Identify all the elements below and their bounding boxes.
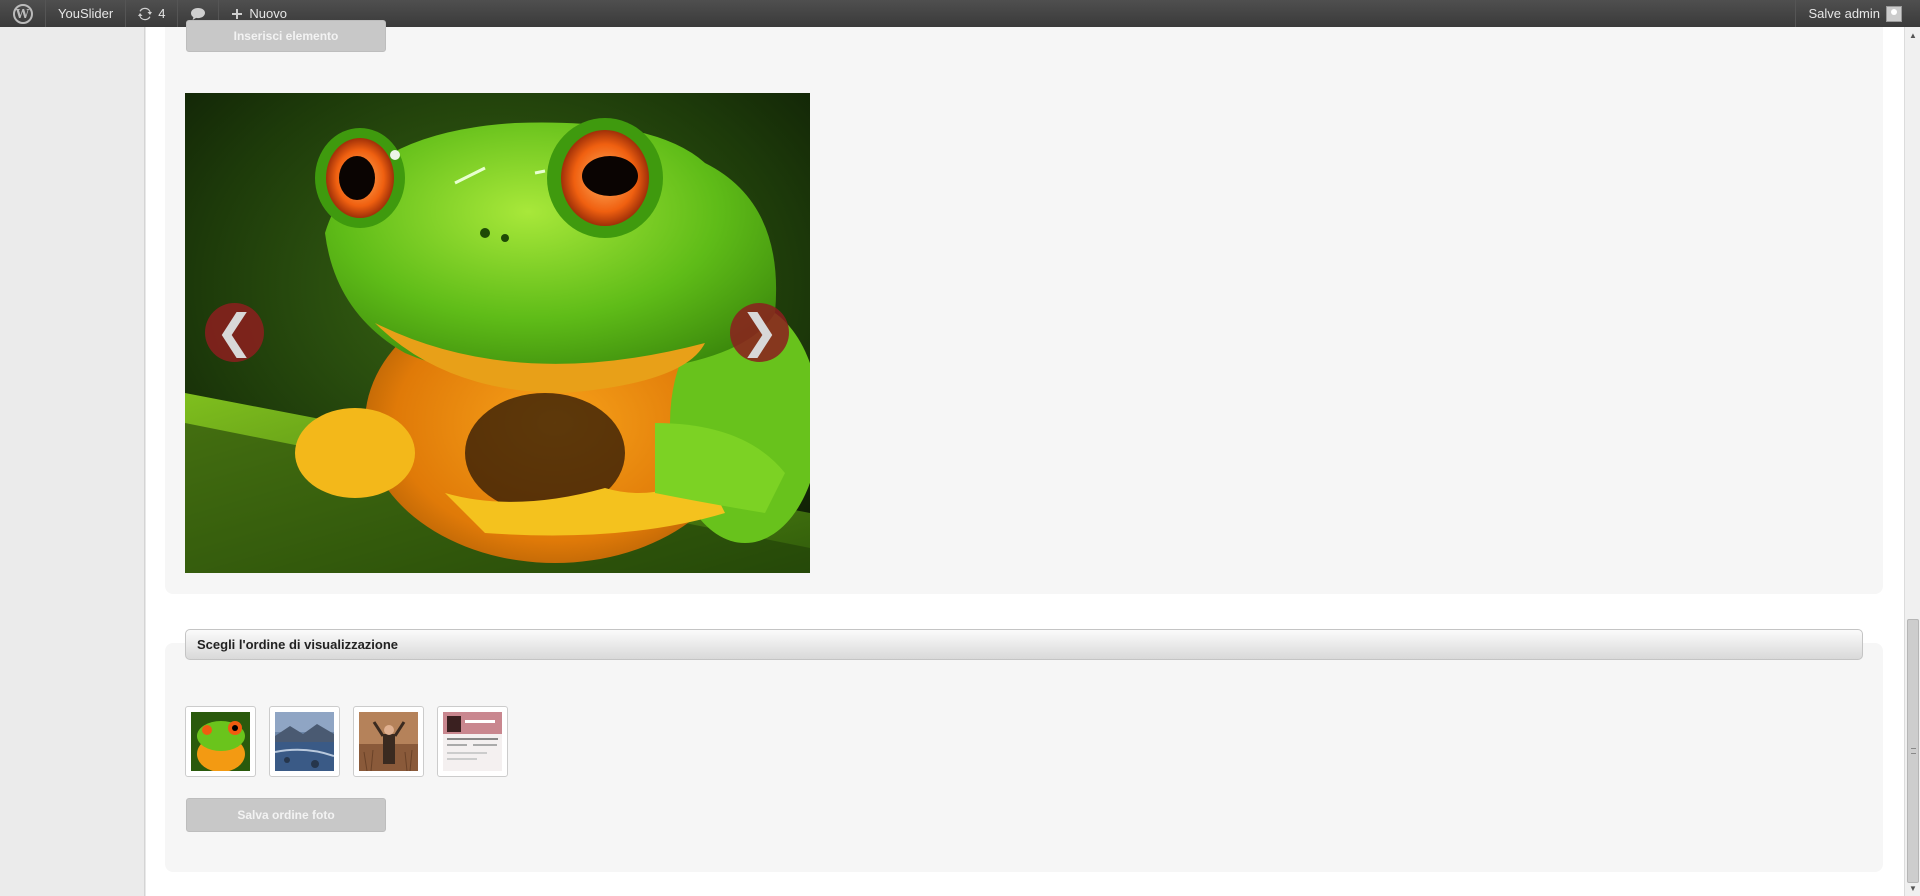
greeting-label: Salve admin [1808,6,1880,21]
order-section-title: Scegli l'ordine di visualizzazione [197,637,399,652]
wordpress-logo-button[interactable]: W [0,0,46,27]
slider-image [185,93,810,573]
refresh-icon [138,7,153,21]
slider-prev-button[interactable]: ❮ [205,303,264,362]
site-name-label: YouSlider [58,6,114,21]
thumbnail-item[interactable] [353,706,424,777]
insert-element-button[interactable]: Inserisci elemento [186,20,386,52]
admin-sidebar [0,27,145,896]
page-scrollbar[interactable]: ▲ ▼ [1904,27,1920,896]
thumbnail-item[interactable] [437,706,508,777]
order-section-header: Scegli l'ordine di visualizzazione [185,629,1863,660]
updates-link[interactable]: 4 [126,0,179,27]
scroll-up-icon[interactable]: ▲ [1905,27,1920,43]
new-label: Nuovo [249,6,287,21]
frog-image [185,93,810,573]
thumbnail-website-image [443,712,502,771]
scrollbar-thumb[interactable] [1907,619,1919,883]
comment-bubble-icon [190,7,206,21]
grip-icon [1911,748,1916,754]
slider-next-button[interactable]: ❯ [730,303,789,362]
thumbnail-person-image [359,712,418,771]
scroll-down-icon[interactable]: ▼ [1905,880,1920,896]
thumbnail-item[interactable] [269,706,340,777]
chevron-right-icon: ❯ [740,303,779,358]
save-order-button[interactable]: Salva ordine foto [186,798,386,832]
thumbnail-frog-image [191,712,250,771]
plus-icon [231,8,243,20]
wordpress-icon: W [12,3,33,24]
updates-count: 4 [158,6,166,21]
site-name-link[interactable]: YouSlider [46,0,127,27]
user-account-menu[interactable]: Salve admin [1795,0,1920,27]
thumbnail-list [185,706,508,777]
thumbnail-item[interactable] [185,706,256,777]
avatar [1886,5,1902,22]
chevron-left-icon: ❮ [215,303,254,358]
thumbnail-lake-image [275,712,334,771]
